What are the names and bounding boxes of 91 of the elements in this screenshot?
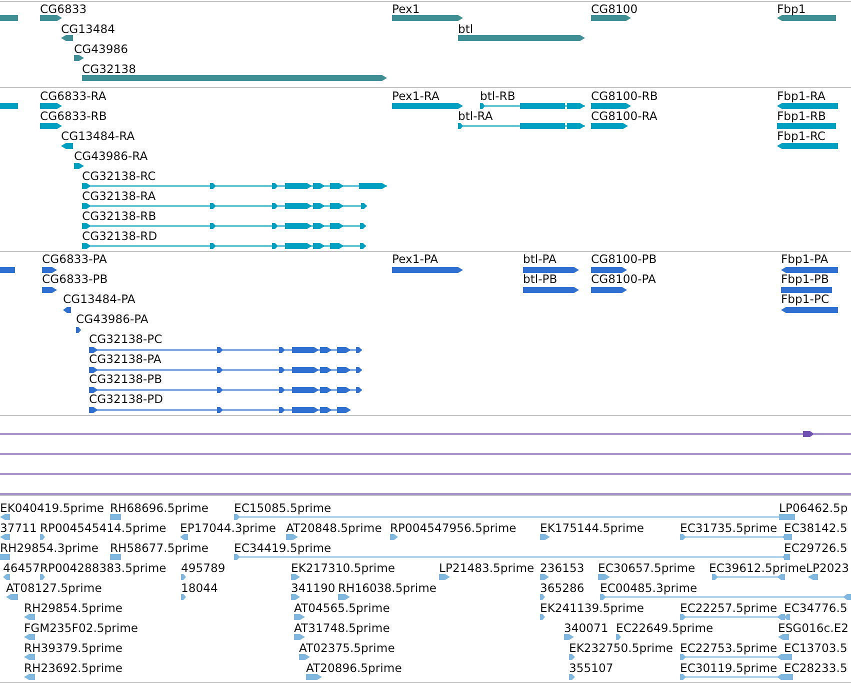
feature-label[interactable]: CG32138-PB [89, 373, 162, 386]
feature-label[interactable]: 495789 [181, 562, 226, 575]
feature-label[interactable]: CG8100-RA [591, 110, 658, 123]
feature-label[interactable]: CG32138-RB [82, 210, 156, 223]
feature-label[interactable]: 340071 [564, 622, 608, 635]
feature-label[interactable]: RP004547956.5prime [390, 522, 516, 535]
feature-label[interactable]: Fbp1-RB [777, 110, 826, 123]
feature-label[interactable]: CG13484 [61, 23, 115, 36]
feature-label[interactable]: RH58677.5prime [110, 542, 208, 555]
feature-label[interactable]: CG32138-RC [82, 170, 156, 183]
feature-label[interactable]: EC13703.5 [784, 642, 848, 655]
feature-label[interactable]: Pex1 [392, 3, 420, 16]
feature-label[interactable]: Fbp1-RC [777, 130, 826, 143]
feature-label[interactable]: EK040419.5prime [0, 502, 104, 515]
feature-label[interactable]: 341190 [291, 582, 336, 595]
feature-label[interactable]: CG32138-PC [89, 333, 162, 346]
feature-label[interactable]: RH16038.5prime [338, 582, 436, 595]
feature-label[interactable]: EK175144.5prime [540, 522, 644, 535]
feature-label[interactable]: CG6833-RB [40, 110, 107, 123]
feature-label[interactable]: btl-RB [480, 90, 516, 103]
feature-label[interactable]: 365286 [540, 582, 584, 595]
feature-label[interactable]: Pex1-RA [392, 90, 440, 103]
feature-label[interactable]: RH29854.3prime [0, 542, 98, 555]
feature-label[interactable]: LP06462.5p [779, 502, 848, 515]
feature-label[interactable]: Fbp1-PB [781, 273, 829, 286]
feature-label[interactable]: CG43986-PA [76, 313, 148, 326]
feature-label[interactable]: EC34776.5 [784, 602, 848, 615]
feature-label[interactable]: FGM235F02.5prime [24, 622, 138, 635]
feature-label[interactable]: btl-PA [523, 253, 556, 266]
feature-label[interactable]: CG6833-RA [40, 90, 106, 103]
feature-label[interactable]: Pex1-PA [392, 253, 438, 266]
feature-label[interactable]: CG6833 [40, 3, 87, 16]
feature-label[interactable]: AT04565.5prime [294, 602, 390, 615]
feature-label[interactable]: btl [458, 23, 474, 36]
feature-label[interactable]: EC00485.3prime [600, 582, 698, 595]
feature-label[interactable]: CG32138-RA [82, 190, 156, 203]
feature-label[interactable]: AT31748.5prime [294, 622, 390, 635]
feature-label[interactable]: EC22753.5prime [680, 642, 778, 655]
feature-label[interactable]: CG13484-RA [61, 130, 135, 143]
feature-label[interactable]: CG6833-PA [42, 253, 107, 266]
feature-label[interactable]: EC15085.5prime [234, 502, 332, 515]
feature-label[interactable]: CG8100-PA [591, 273, 656, 286]
feature-label[interactable]: CG13484-PA [63, 293, 136, 306]
feature-label[interactable]: RP004288383.5prime [40, 562, 166, 575]
feature-label[interactable]: EC22649.5prime [616, 622, 714, 635]
feature-label[interactable]: EK232750.5prime [569, 642, 674, 655]
feature-label[interactable]: EC39612.5prime [709, 562, 806, 575]
feature-label[interactable]: EC30119.5prime [680, 662, 778, 675]
feature-label[interactable]: AT08127.5prime [6, 582, 102, 595]
feature-label[interactable]: EC22257.5prime [680, 602, 778, 615]
feature-label[interactable]: ESG016c.E2 [778, 622, 849, 635]
feature-label[interactable]: RH23692.5prime [24, 662, 122, 675]
feature-label[interactable]: CG8100-RB [591, 90, 658, 103]
feature-label[interactable]: CG32138-PD [89, 393, 164, 406]
feature-label[interactable]: EK217310.5prime [291, 562, 396, 575]
feature-label[interactable]: CG8100-PB [591, 253, 657, 266]
feature-label[interactable]: EC31735.5prime [680, 522, 778, 535]
feature-label[interactable]: CG32138-RD [82, 230, 158, 243]
feature-label[interactable]: btl-PB [523, 273, 558, 286]
feature-label[interactable]: EC29726.5 [784, 542, 848, 555]
feature-label[interactable]: EP17044.3prime [180, 522, 276, 535]
feature-label[interactable]: 355107 [569, 662, 614, 675]
feature-label[interactable]: CG32138-PA [89, 353, 162, 366]
feature-label[interactable]: EK241139.5prime [540, 602, 644, 615]
feature-label[interactable]: RH39379.5prime [24, 642, 122, 655]
feature-label[interactable]: AT20896.5prime [306, 662, 402, 675]
feature-label[interactable]: 236153 [540, 562, 584, 575]
feature-label[interactable]: EC34419.5prime [234, 542, 332, 555]
feature-label[interactable]: AT02375.5prime [299, 642, 395, 655]
feature-label[interactable]: EC38142.5 [784, 522, 848, 535]
feature-label[interactable]: RH68696.5prime [110, 502, 208, 515]
feature-label[interactable]: Fbp1 [777, 3, 806, 16]
feature-label[interactable]: CG43986-RA [74, 150, 148, 163]
feature-label[interactable]: Fbp1-PC [781, 293, 830, 306]
feature-label[interactable]: CG32138 [82, 63, 136, 76]
feature-label[interactable]: EC30657.5prime [598, 562, 696, 575]
feature-label[interactable]: Fbp1-RA [777, 90, 826, 103]
feature-label[interactable]: LP21483.5prime [439, 562, 534, 575]
feature-label[interactable]: 18044 [181, 582, 218, 595]
feature-label[interactable]: EC28233.5 [784, 662, 848, 675]
feature-label[interactable]: CG8100 [591, 3, 638, 16]
feature-label[interactable]: LP2023 [806, 562, 849, 575]
feature-label[interactable]: CG6833-PB [42, 273, 108, 286]
feature-label[interactable]: btl-RA [458, 110, 493, 123]
feature-label[interactable]: RH29854.5prime [24, 602, 122, 615]
feature-label[interactable]: 37711 [0, 522, 37, 535]
feature-label[interactable]: RP004545414.5prime [40, 522, 166, 535]
feature-label[interactable]: Fbp1-PA [781, 253, 828, 266]
feature-label[interactable]: 46457 [3, 562, 40, 575]
feature-label[interactable]: AT20848.5prime [286, 522, 382, 535]
feature-label[interactable]: CG43986 [74, 43, 128, 56]
